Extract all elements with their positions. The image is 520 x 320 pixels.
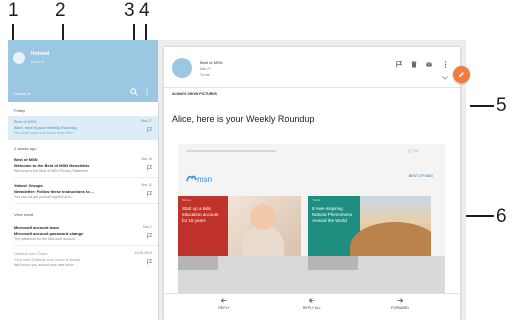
more-vert-icon[interactable] <box>145 88 149 96</box>
mail-icon[interactable] <box>426 61 432 68</box>
list-item[interactable]: Yahoo! Groups Newsletter: Follow these i… <box>8 180 158 204</box>
compose-button[interactable] <box>453 66 470 83</box>
reply-label: REPLY <box>218 306 230 310</box>
baby-photo <box>228 196 301 256</box>
chevron-down-icon: ▾ <box>28 91 31 96</box>
folder-label: Outbox <box>14 91 27 96</box>
email-date: Mar 27 <box>141 119 152 123</box>
row-divider <box>14 177 158 178</box>
email-subject: Microsoft account password change <box>14 231 84 236</box>
from-date: Mar 27 <box>200 67 211 71</box>
account-name: Hotmail <box>31 51 50 57</box>
email-subject: Your new Outlook.com inbox is ready <box>14 257 80 262</box>
desert-photo <box>350 196 431 256</box>
section-label: Friday <box>14 108 26 113</box>
show-pictures-link[interactable]: ALWAYS SHOW PICTURES <box>172 92 217 96</box>
forward-label: FORWARD <box>391 306 409 310</box>
callout-2: 2 <box>55 0 66 21</box>
email-preview: The password for the Microsoft account .… <box>14 237 80 241</box>
email-sender: Best of MSN <box>14 119 37 124</box>
callout-5-line <box>470 105 494 107</box>
newsletter-link[interactable]: BEST OF MSN <box>409 174 433 178</box>
callout-4: 4 <box>139 0 150 21</box>
reply-all-button[interactable]: REPLY ALL <box>282 298 342 310</box>
card-category: Travel <box>312 198 321 202</box>
newsletter-tools: ▯ ▯ ▭ <box>408 148 419 153</box>
account-header: Hotmail Inbox 8 Outbox ▾ <box>8 40 158 102</box>
row-divider <box>14 245 158 246</box>
account-subtitle: Inbox 8 <box>31 59 45 64</box>
chevron-down-icon[interactable] <box>442 76 448 80</box>
list-item[interactable]: Best of MSN Welcome to the Best of MSN N… <box>8 154 158 178</box>
email-greeting: Alice, here is your Weekly Roundup <box>172 114 315 124</box>
pencil-icon <box>459 72 464 77</box>
section-label: 2 weeks ago <box>14 146 37 151</box>
msn-logo: msn <box>186 175 212 184</box>
forward-icon <box>397 298 403 303</box>
footer-strip <box>308 256 358 270</box>
money-article-card[interactable]: Money Start up a kids education account … <box>178 196 301 256</box>
section-label: View email <box>14 212 34 217</box>
email-date: Mar 16 <box>141 157 152 161</box>
search-icon[interactable] <box>130 88 138 96</box>
newsletter-top-line <box>186 150 276 152</box>
email-preview: We'll show you around your new inbox ... <box>14 263 78 267</box>
card-category: Money <box>182 198 192 202</box>
callout-3: 3 <box>124 0 135 21</box>
delete-icon[interactable] <box>411 61 417 68</box>
header-divider <box>164 87 460 88</box>
sender-avatar[interactable] <box>172 58 192 78</box>
callout-1: 1 <box>8 0 19 21</box>
flag-icon[interactable] <box>147 259 152 265</box>
card-headline: Start up a kids education account for 18… <box>182 206 219 223</box>
email-subject: Newsletter: Follow these instructions to… <box>14 189 95 194</box>
recipient: To me <box>200 73 210 77</box>
forward-button[interactable]: FORWARD <box>370 298 430 310</box>
email-preview: The week news and trends from MSN <box>14 131 73 135</box>
reply-all-label: REPLY ALL <box>302 306 322 310</box>
email-date: Mar 2 <box>143 225 152 229</box>
travel-article-card[interactable]: Travel 8 Awe-Inspiring Natural Phenomena… <box>308 196 431 256</box>
row-divider <box>14 203 158 204</box>
email-list: Friday Best of MSN Alice, here is your W… <box>8 102 159 320</box>
callout-6: 6 <box>496 206 507 227</box>
reply-all-icon <box>309 298 315 303</box>
msn-logo-text: msn <box>197 175 212 184</box>
email-sender: Yahoo! Groups <box>14 183 43 188</box>
email-preview: Welcome to the Best of MSN Privacy State… <box>14 169 89 173</box>
email-sender: Outlook.com Team <box>14 251 48 256</box>
email-action-bar: REPLY REPLY ALL FORWARD <box>164 293 460 320</box>
newsletter-content: ▯ ▯ ▭ msn BEST OF MSN Money Start up a k… <box>178 144 445 294</box>
newsletter-footer <box>178 256 445 294</box>
from-name: Best of MSN <box>200 60 223 65</box>
account-avatar[interactable] <box>13 52 25 64</box>
reply-button[interactable]: REPLY <box>194 298 254 310</box>
email-preview: You can not get yourself signed up to ..… <box>14 195 76 199</box>
footer-strip <box>178 256 218 270</box>
flag-icon[interactable] <box>147 165 152 171</box>
email-app-screen: Hotmail Inbox 8 Outbox ▾ Friday Best of … <box>8 40 466 320</box>
flag-icon[interactable] <box>147 233 152 239</box>
email-sender: Best of MSN <box>14 157 38 162</box>
email-subject: Welcome to the Best of MSN Newsletter <box>14 163 90 168</box>
email-date: 12/16 2014 <box>134 251 152 255</box>
more-vert-icon[interactable] <box>444 61 447 68</box>
callout-5: 5 <box>496 95 507 116</box>
email-sender: Microsoft account team <box>14 225 59 230</box>
email-date: Mar 11 <box>141 183 152 187</box>
list-item[interactable]: Best of MSN Alice, here is your Weekly R… <box>8 116 158 140</box>
reply-icon <box>221 298 227 303</box>
reading-pane: Best of MSN Mar 27 To me ALWAYS SHOW PIC… <box>164 47 460 320</box>
flag-icon[interactable] <box>147 127 152 133</box>
list-item[interactable]: Outlook.com Team Your new Outlook.com in… <box>8 248 158 272</box>
flag-icon[interactable] <box>396 61 402 68</box>
list-item[interactable]: Microsoft account team Microsoft account… <box>8 222 158 246</box>
flag-icon[interactable] <box>147 191 152 197</box>
card-headline: 8 Awe-Inspiring Natural Phenomena Around… <box>312 206 353 223</box>
folder-selector[interactable]: Outbox ▾ <box>14 91 30 96</box>
email-subject: Alice, here is your Weekly Roundup <box>14 125 78 130</box>
